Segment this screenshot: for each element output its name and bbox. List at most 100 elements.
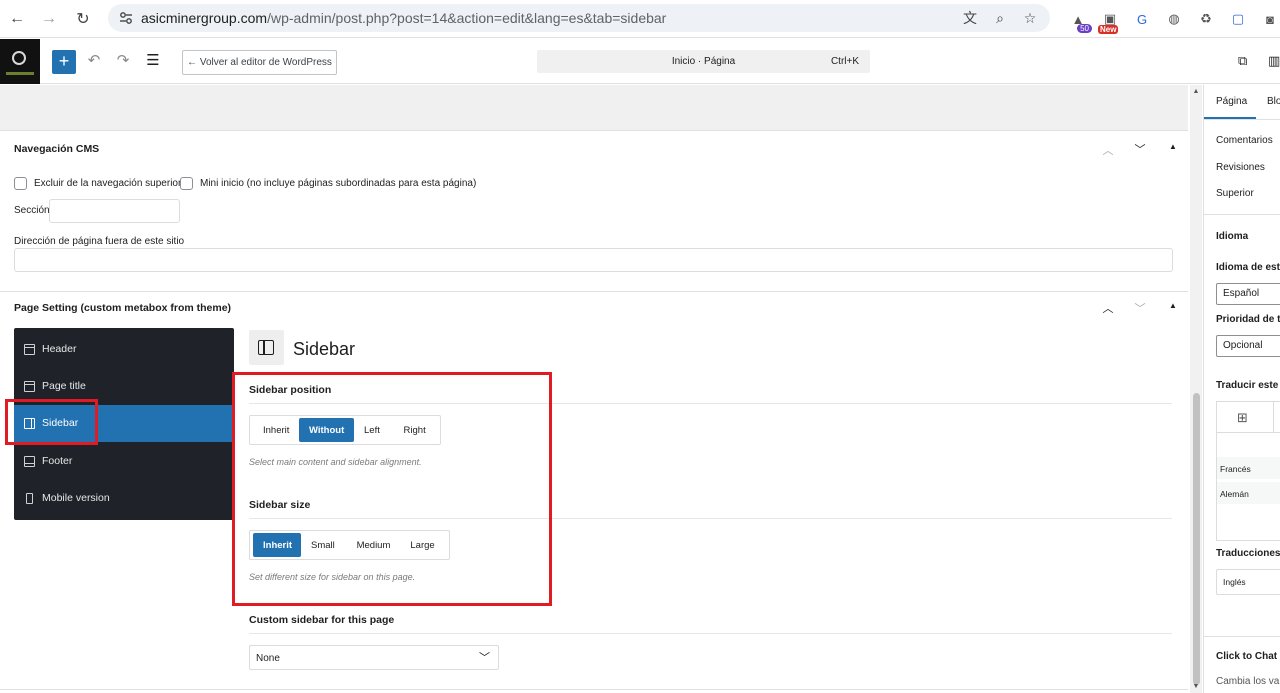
tab-label: Page title	[42, 380, 86, 392]
tab-header[interactable]: Header	[14, 331, 234, 368]
screen-ext-icon[interactable]: ▢	[1226, 8, 1250, 30]
editor-canvas: Navegación CMS ︿ ﹀ ▲ Excluir de la naveg…	[0, 85, 1188, 693]
browser-toolbar: ← → ↻ asicminergroup.com/wp-admin/post.p…	[0, 0, 1280, 38]
google-translate-ext-icon[interactable]: G	[1130, 8, 1154, 30]
translations-heading: Traducciones (c	[1216, 548, 1280, 559]
scrollbar-thumb[interactable]	[1193, 393, 1200, 685]
forward-arrow-icon[interactable]: →	[38, 8, 60, 30]
url-path: /wp-admin/post.php?post=14&action=edit&l…	[267, 10, 667, 26]
translation-priority-label: Prioridad de tra	[1216, 314, 1280, 325]
back-to-editor-button[interactable]: ← Volver al editor de WordPress	[182, 50, 337, 75]
settings-panel-icon[interactable]: ▥	[1268, 53, 1280, 69]
extension-new-icon[interactable]: ▣ New	[1098, 8, 1122, 34]
undo-icon[interactable]: ↶	[83, 51, 105, 73]
highlight-box-sidebar-options	[232, 372, 552, 606]
move-down-icon[interactable]: ﹀	[1133, 300, 1147, 316]
grid-icon[interactable]: ⊞	[1237, 410, 1248, 426]
tab-page[interactable]: Página	[1216, 96, 1247, 107]
exclude-nav-label: Excluir de la navegación superior	[34, 178, 182, 189]
extension-badge-count: 50	[1077, 24, 1092, 33]
tab-label: Mobile version	[42, 492, 110, 504]
header-icon	[24, 344, 35, 355]
cms-metabox-title: Navegación CMS	[14, 143, 100, 155]
canvas-content-area	[0, 85, 1188, 131]
highlight-box-sidebar-tab	[5, 399, 98, 445]
custom-sidebar-select[interactable]: None ﹀	[249, 645, 499, 670]
translate-icon[interactable]: 文	[960, 8, 980, 28]
page-setting-title: Page Setting (custom metabox from theme)	[14, 302, 232, 314]
page-language-label: Idioma de este	[1216, 262, 1280, 273]
settings-sidebar: Página Blo Comentarios Revisiones Superi…	[1203, 85, 1280, 693]
camera-icon[interactable]: ◙	[1258, 8, 1280, 30]
custom-sidebar-label: Custom sidebar for this page	[249, 614, 395, 626]
mini-home-checkbox[interactable]	[180, 177, 193, 190]
site-logo[interactable]	[0, 39, 40, 84]
zoom-icon[interactable]: ⌕	[990, 8, 1010, 28]
bookmark-star-icon[interactable]: ☆	[1020, 8, 1040, 28]
editor-toolbar: + ↶ ↷ ☰ ← Volver al editor de WordPress …	[0, 39, 1280, 84]
click-to-chat-heading[interactable]: Click to Chat	[1216, 651, 1277, 662]
metabox-divider	[0, 291, 1188, 292]
chevron-down-icon: ﹀	[479, 652, 490, 664]
custom-sidebar-value: None	[256, 653, 280, 664]
language-heading: Idioma	[1216, 231, 1249, 242]
field-divider	[249, 633, 1172, 634]
translations-table: ⊞ Francés Alemán	[1216, 401, 1280, 541]
panel-divider	[1204, 636, 1280, 637]
english-translation-field[interactable]: Inglés	[1216, 569, 1280, 595]
section-label: Sección	[14, 205, 50, 216]
tab-block[interactable]: Blo	[1267, 96, 1280, 107]
section-input[interactable]	[49, 199, 180, 223]
priority-select[interactable]: Opcional	[1216, 335, 1280, 357]
footer-icon	[24, 456, 35, 467]
language-select[interactable]: Español	[1216, 283, 1280, 305]
list-view-icon[interactable]: ☰	[142, 51, 164, 73]
collapse-icon[interactable]: ▲	[1166, 142, 1180, 151]
reload-icon[interactable]: ↻	[72, 8, 94, 30]
move-down-icon[interactable]: ﹀	[1133, 141, 1147, 157]
move-up-icon[interactable]: ︿	[1101, 300, 1115, 316]
scroll-up-arrow-icon[interactable]: ▲	[1192, 88, 1200, 95]
command-palette[interactable]: Inicio · Página Ctrl+K	[537, 50, 870, 73]
globe-icon[interactable]: ◍	[1162, 8, 1186, 30]
url-domain: asicminergroup.com	[141, 10, 268, 26]
mobile-icon	[26, 493, 33, 504]
panel-divider	[1204, 214, 1280, 215]
comments-row[interactable]: Comentarios	[1216, 135, 1273, 146]
panel-divider	[1204, 119, 1280, 120]
click-to-chat-desc: Cambia los valo	[1216, 676, 1280, 687]
translate-doc-label: Traducir este d	[1216, 380, 1280, 391]
extension-badge-new: New	[1098, 25, 1119, 34]
command-title: Inicio · Página	[671, 56, 736, 67]
external-link-icon[interactable]: ⧉	[1238, 53, 1247, 69]
exclude-nav-checkbox[interactable]	[14, 177, 27, 190]
external-address-label: Dirección de página fuera de este sitio	[14, 236, 185, 247]
page-title-icon	[24, 381, 35, 392]
site-settings-icon[interactable]	[118, 10, 134, 26]
command-shortcut: Ctrl+K	[830, 56, 859, 67]
tab-footer[interactable]: Footer	[14, 443, 234, 480]
metabox-divider	[0, 689, 1188, 690]
translations-label: Traducciones	[1216, 548, 1280, 559]
address-bar[interactable]: asicminergroup.com/wp-admin/post.php?pos…	[108, 4, 1050, 32]
mini-home-label: Mini inicio (no incluye páginas subordin…	[200, 178, 477, 189]
collapse-icon[interactable]: ▲	[1166, 301, 1180, 310]
editor-scrollbar[interactable]: ▲ ▼	[1190, 85, 1202, 693]
tab-label: Header	[42, 343, 77, 355]
extension-hat-icon[interactable]: ▲ 50	[1066, 8, 1092, 33]
external-address-input[interactable]	[14, 248, 1173, 272]
add-block-button[interactable]: +	[52, 50, 76, 74]
scroll-down-arrow-icon[interactable]: ▼	[1192, 683, 1200, 690]
sidebar-section-icon	[249, 330, 284, 365]
redo-icon[interactable]: ↷	[112, 51, 134, 73]
recycle-icon[interactable]: ♻	[1194, 8, 1218, 30]
language-french: Francés	[1220, 464, 1251, 474]
tab-label: Footer	[42, 455, 73, 467]
back-arrow-icon[interactable]: ←	[6, 8, 28, 30]
revisions-row[interactable]: Revisiones	[1216, 162, 1265, 173]
url-text: asicminergroup.com/wp-admin/post.php?pos…	[141, 10, 666, 26]
parent-row[interactable]: Superior	[1216, 188, 1254, 199]
language-german: Alemán	[1220, 489, 1249, 499]
tab-mobile-version[interactable]: Mobile version	[14, 480, 234, 517]
move-up-icon[interactable]: ︿	[1101, 142, 1115, 158]
